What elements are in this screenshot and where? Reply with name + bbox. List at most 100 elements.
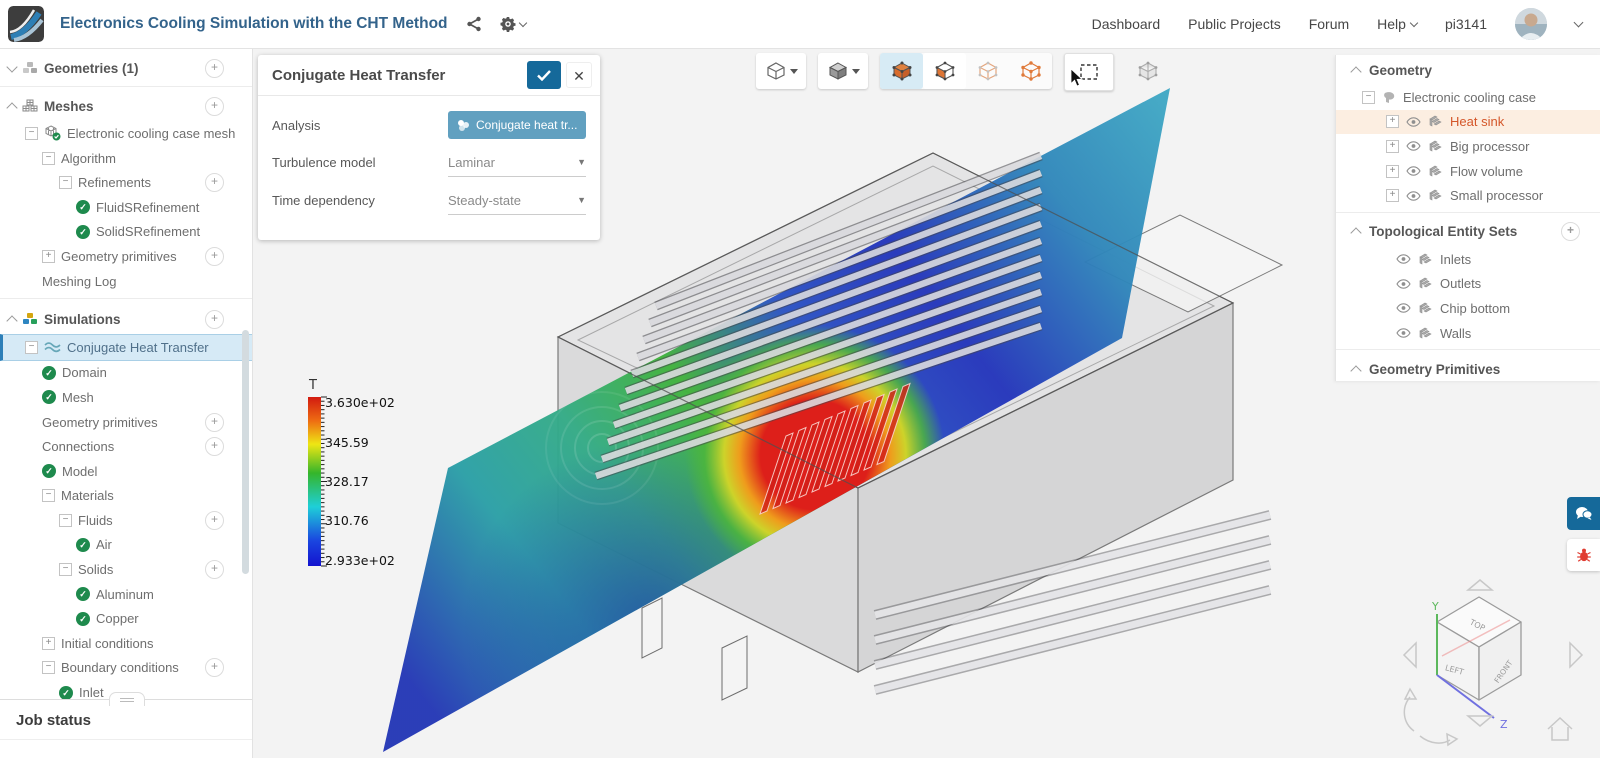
panel-resize-handle[interactable] [109,692,145,706]
add-item-button[interactable]: + [205,246,224,266]
chat-button[interactable] [1567,497,1600,530]
analysis-type-button[interactable]: Conjugate heat tr... [448,111,586,139]
rotate-left-arrow[interactable] [1402,641,1417,669]
roll-ccw-arrow[interactable] [1403,696,1415,732]
nav-help[interactable]: Help [1377,16,1419,32]
box-select-button[interactable] [1064,53,1114,91]
chevron-down-icon[interactable] [6,61,18,73]
chevron-up-icon[interactable] [6,102,18,114]
tree-item-solidsrefinement[interactable]: ✓ SolidSRefinement [0,220,252,245]
geometry-primitives-header[interactable]: Geometry Primitives [1336,354,1600,384]
collapse-icon[interactable]: − [42,151,55,165]
topological-entity-sets-header[interactable]: Topological Entity Sets + [1336,217,1600,247]
tree-item-chip-bottom[interactable]: Chip bottom [1336,296,1600,321]
left-panel-scrollbar[interactable] [242,330,249,574]
tree-item-geometry-primitives[interactable]: Geometry primitives + [0,410,252,435]
tree-item-initial-conditions[interactable]: + Initial conditions [0,631,252,656]
render-mode-button[interactable] [818,53,868,89]
tree-item-fluidsrefinement[interactable]: ✓ FluidSRefinement [0,195,252,220]
tree-item-domain[interactable]: ✓ Domain [0,361,252,386]
select-edge-button[interactable] [966,53,1009,89]
select-face-button[interactable] [923,53,966,89]
tree-item-materials[interactable]: − Materials [0,484,252,509]
collapse-icon[interactable]: − [1362,90,1375,104]
geometry-section-header[interactable]: Geometry [1336,55,1600,85]
turbulence-model-select[interactable]: Laminar ▼ [448,148,586,177]
expand-icon[interactable]: + [42,249,55,263]
tree-item-conjugate-heat-transfer[interactable]: − Conjugate Heat Transfer [0,333,252,361]
collapse-icon[interactable]: − [59,176,72,190]
eye-visibility-icon[interactable] [1396,254,1411,265]
tree-item-boundary-conditions[interactable]: − Boundary conditions + [0,656,252,681]
add-entity-set-button[interactable]: + [1561,222,1580,242]
add-item-button[interactable]: + [205,309,224,329]
chevron-down-icon[interactable] [1573,17,1584,28]
home-view-icon[interactable] [1547,716,1573,741]
expand-icon[interactable]: + [1386,164,1399,178]
expand-icon[interactable]: + [1386,189,1399,203]
tree-item-inlets[interactable]: Inlets [1336,247,1600,272]
tree-item-flow-volume[interactable]: + Flow volume [1336,159,1600,184]
eye-visibility-icon[interactable] [1406,141,1421,152]
rotate-up-arrow[interactable] [1465,579,1495,591]
orientation-cube[interactable]: TOP LEFT FRONT Y Z [1390,568,1600,758]
tree-item-model[interactable]: ✓ Model [0,459,252,484]
add-item-button[interactable]: + [205,437,224,457]
add-item-button[interactable]: + [205,96,224,116]
tree-item-air[interactable]: ✓ Air [0,533,252,558]
tree-item-big-processor[interactable]: + Big processor [1336,134,1600,159]
tree-item-aluminum[interactable]: ✓ Aluminum [0,582,252,607]
collapse-icon[interactable]: − [25,126,38,140]
add-item-button[interactable]: + [205,58,224,78]
eye-visibility-icon[interactable] [1396,328,1411,338]
add-item-button[interactable]: + [205,560,224,580]
collapse-icon[interactable]: − [59,513,72,527]
time-dependency-select[interactable]: Steady-state ▼ [448,186,586,215]
eye-visibility-icon[interactable] [1406,166,1421,176]
username[interactable]: pi3141 [1445,16,1487,32]
add-item-button[interactable]: + [205,510,224,530]
tree-item-geometry-primitives[interactable]: + Geometry primitives + [0,244,252,269]
nav-dashboard[interactable]: Dashboard [1092,16,1161,32]
view-orientation-cube-button[interactable] [756,53,806,89]
rotate-down-arrow[interactable] [1465,715,1495,727]
avatar[interactable] [1515,8,1547,40]
tree-item-electronic-cooling-case[interactable]: − Electronic cooling case [1336,85,1600,110]
rotate-right-arrow[interactable] [1569,641,1584,669]
tree-item-copper[interactable]: ✓ Copper [0,606,252,631]
confirm-button[interactable] [527,61,561,89]
nav-public-projects[interactable]: Public Projects [1188,16,1281,32]
tree-item-algorithm[interactable]: − Algorithm [0,146,252,171]
add-item-button[interactable]: + [205,412,224,432]
select-volume-button[interactable] [880,53,923,89]
roll-cw-arrow[interactable] [1419,735,1451,744]
settings-gear-icon[interactable] [500,16,527,32]
select-vertex-button[interactable] [1009,53,1052,89]
tree-item-connections[interactable]: Connections + [0,434,252,459]
eye-visibility-icon[interactable] [1396,303,1411,314]
collapse-icon[interactable]: − [42,489,55,503]
tree-item-outlets[interactable]: Outlets [1336,272,1600,297]
add-item-button[interactable]: + [205,173,224,193]
bug-report-button[interactable] [1567,539,1600,571]
section-meshes[interactable]: Meshes + [0,85,252,122]
close-icon[interactable]: ✕ [566,62,592,88]
tree-item-heat-sink[interactable]: + Heat sink [1336,109,1600,135]
expand-icon[interactable]: + [1386,115,1399,129]
collapse-icon[interactable]: − [59,563,72,577]
tree-item-mesh[interactable]: ✓ Mesh [0,385,252,410]
expand-icon[interactable]: + [42,636,55,650]
eye-visibility-icon[interactable] [1406,117,1421,127]
section-geometries-1[interactable]: Geometries (1) + [0,56,252,81]
tree-item-refinements[interactable]: − Refinements + [0,170,252,195]
chevron-up-icon[interactable] [6,314,18,327]
collapse-icon[interactable]: − [25,340,38,354]
eye-visibility-icon[interactable] [1406,190,1421,201]
tree-item-electronic-cooling-case-mesh[interactable]: − Electronic cooling case mesh [0,121,252,146]
share-icon[interactable] [466,16,482,32]
tree-item-walls[interactable]: Walls [1336,321,1600,346]
tree-item-solids[interactable]: − Solids + [0,557,252,582]
eye-visibility-icon[interactable] [1396,279,1411,289]
tree-item-fluids[interactable]: − Fluids + [0,508,252,533]
expand-icon[interactable]: + [1386,139,1399,153]
